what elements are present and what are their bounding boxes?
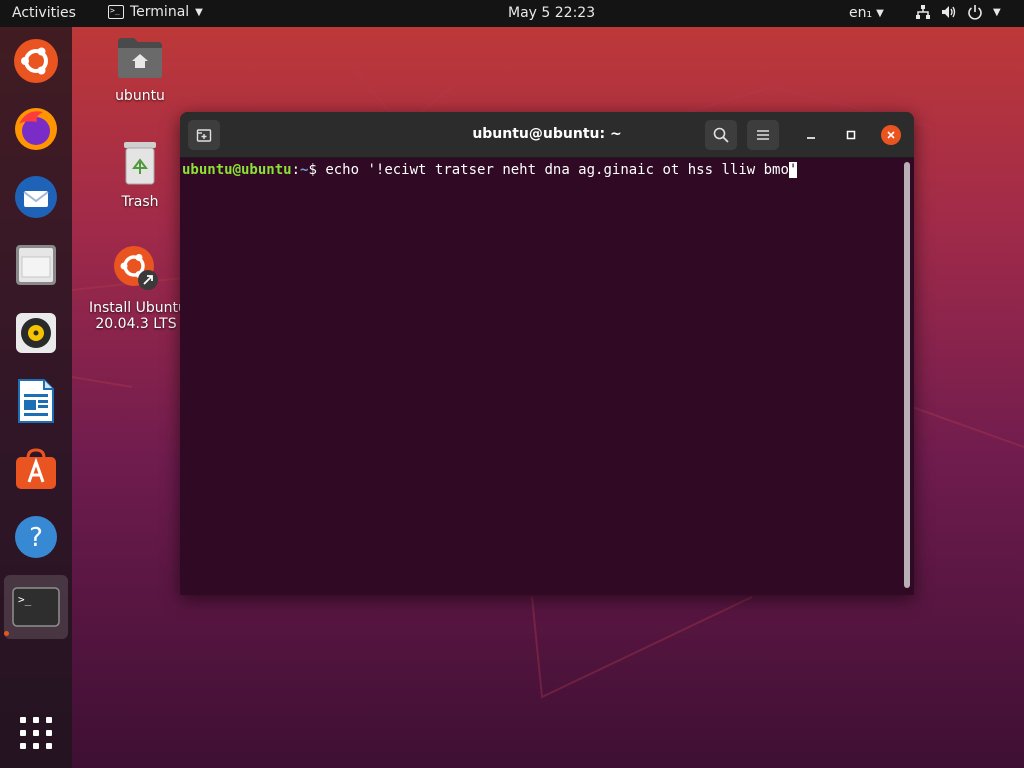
home-folder-icon xyxy=(118,38,162,78)
search-button[interactable] xyxy=(705,120,737,150)
language-selector[interactable]: en₁ ▼ xyxy=(849,5,884,21)
hamburger-menu-icon xyxy=(757,130,769,140)
desktop-icon-install-ubuntu[interactable]: Install Ubuntu 20.04.3 LTS xyxy=(86,244,186,332)
minimize-button[interactable] xyxy=(801,125,821,145)
clock[interactable]: May 5 22:23 xyxy=(508,5,595,21)
ubuntu-logo-icon xyxy=(14,39,58,83)
dock-item-help[interactable]: ? xyxy=(12,513,60,561)
prompt-dollar: $ xyxy=(308,162,326,178)
terminal-small-icon: >_ xyxy=(108,5,124,19)
maximize-icon xyxy=(846,130,856,140)
running-indicator xyxy=(4,631,9,636)
chevron-down-icon: ▼ xyxy=(876,7,884,19)
desktop-icon-label-line2: 20.04.3 LTS xyxy=(95,316,177,332)
app-menu-label: Terminal xyxy=(130,4,190,20)
terminal-body[interactable]: ubuntu@ubuntu:~$ echo '!eciwt tratser ne… xyxy=(180,158,914,595)
minimize-icon xyxy=(807,137,815,139)
desktop-icon-label: Install Ubuntu xyxy=(89,300,183,316)
help-icon: ? xyxy=(15,516,57,558)
volume-icon xyxy=(942,6,956,18)
terminal-command-line[interactable]: ubuntu@ubuntu:~$ echo '!eciwt tratser ne… xyxy=(182,162,798,178)
dock-item-rhythmbox[interactable] xyxy=(12,309,60,357)
maximize-button[interactable] xyxy=(841,125,861,145)
dock: ? >_ xyxy=(0,27,72,768)
chevron-down-icon: ▼ xyxy=(195,6,203,18)
desktop-icon-home[interactable]: ubuntu xyxy=(90,36,190,104)
app-menu-button[interactable]: >_ Terminal ▼ xyxy=(108,4,203,20)
prompt-separator: : xyxy=(291,162,301,178)
terminal-icon: >_ xyxy=(12,587,60,627)
dock-item-thunderbird[interactable] xyxy=(12,173,60,221)
language-label: en₁ xyxy=(849,5,873,21)
dock-item-firefox[interactable] xyxy=(12,105,60,153)
svg-text:>_: >_ xyxy=(18,593,32,606)
desktop-icon-trash[interactable]: Trash xyxy=(90,140,190,210)
svg-text:?: ? xyxy=(29,523,43,553)
dock-item-ubuntu[interactable] xyxy=(12,37,60,85)
terminal-scrollbar[interactable] xyxy=(904,162,910,588)
firefox-icon xyxy=(15,108,57,150)
desktop-icon-label: Trash xyxy=(121,194,159,210)
prompt-user: ubuntu@ubuntu xyxy=(182,162,292,178)
power-icon xyxy=(968,5,982,20)
menu-button[interactable] xyxy=(747,120,779,150)
dock-item-software[interactable] xyxy=(12,445,60,493)
text-cursor: ' xyxy=(788,162,798,178)
terminal-window[interactable]: ubuntu@ubuntu: ~ ubuntu@ubuntu:~$ echo '… xyxy=(180,112,914,595)
trash-icon xyxy=(124,142,156,185)
libreoffice-writer-icon xyxy=(18,379,54,423)
system-menu-chevron-icon: ▼ xyxy=(993,6,1001,18)
system-tray[interactable]: ▼ xyxy=(915,4,1001,20)
activities-button[interactable]: Activities xyxy=(12,5,76,21)
files-icon xyxy=(16,245,56,285)
thunderbird-icon xyxy=(15,176,57,218)
software-center-icon xyxy=(16,448,56,489)
terminal-headerbar[interactable]: ubuntu@ubuntu: ~ xyxy=(180,112,914,158)
dock-item-terminal[interactable]: >_ xyxy=(4,575,68,639)
install-ubuntu-icon xyxy=(114,246,158,290)
dock-item-files[interactable] xyxy=(12,241,60,289)
search-icon xyxy=(713,127,729,143)
dock-item-show-apps[interactable] xyxy=(12,709,60,757)
rhythmbox-icon xyxy=(16,313,56,353)
command-text: echo '!eciwt tratser neht dna ag.ginaic … xyxy=(325,162,789,178)
close-button[interactable] xyxy=(881,125,901,145)
desktop-icon-label: ubuntu xyxy=(115,88,165,104)
top-bar: Activities >_ Terminal ▼ May 5 22:23 en₁… xyxy=(0,0,1024,27)
show-apps-icon xyxy=(20,717,52,749)
network-icon xyxy=(916,5,930,19)
close-icon xyxy=(887,131,895,139)
dock-item-writer[interactable] xyxy=(12,377,60,425)
